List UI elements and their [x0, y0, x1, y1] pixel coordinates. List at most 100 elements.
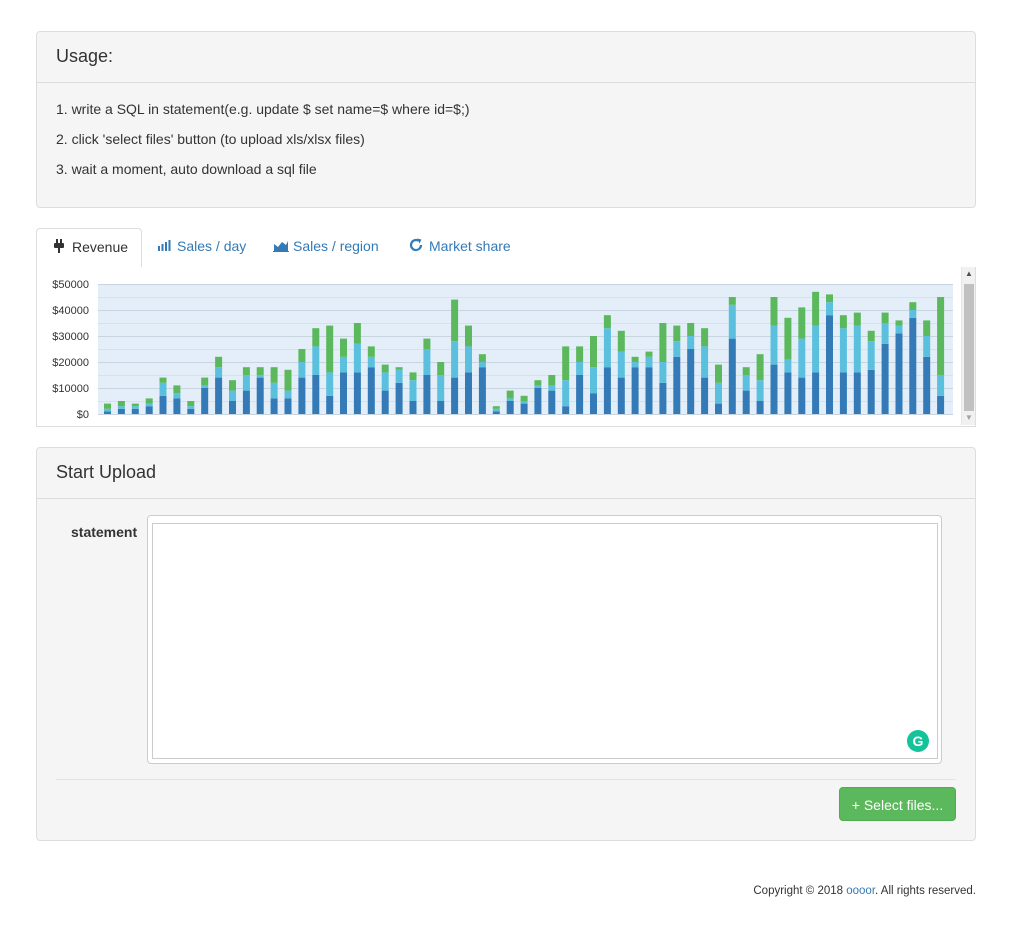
- chart-bar-segment[interactable]: [673, 356, 681, 414]
- chart-bar-segment[interactable]: [506, 401, 514, 414]
- chart-bar-segment[interactable]: [173, 385, 181, 394]
- chart-bar-segment[interactable]: [770, 297, 778, 326]
- chart-bar-segment[interactable]: [534, 385, 542, 388]
- chart-bar-segment[interactable]: [229, 380, 236, 391]
- chart-bar-segment[interactable]: [534, 380, 542, 386]
- chart-bar-segment[interactable]: [201, 377, 209, 386]
- tab-sales-day[interactable]: Sales / day: [157, 228, 246, 268]
- chart-bar-segment[interactable]: [381, 390, 389, 414]
- chart-bar-segment[interactable]: [659, 382, 667, 414]
- tab-revenue[interactable]: Revenue: [36, 228, 143, 269]
- chart-bar-segment[interactable]: [159, 382, 167, 396]
- chart-bar-segment[interactable]: [117, 401, 125, 407]
- chart-bar-segment[interactable]: [826, 302, 833, 316]
- chart-bar-segment[interactable]: [687, 323, 695, 336]
- chart-bar-segment[interactable]: [923, 336, 931, 357]
- chart-bar-segment[interactable]: [145, 403, 153, 407]
- chart-bar-segment[interactable]: [506, 390, 514, 399]
- chart-bar-segment[interactable]: [117, 406, 125, 409]
- chart-bar-segment[interactable]: [562, 346, 570, 381]
- chart-bar-segment[interactable]: [742, 367, 750, 375]
- chart-bar-segment[interactable]: [520, 395, 528, 401]
- chart-bar-segment[interactable]: [826, 294, 833, 303]
- chart-bar-segment[interactable]: [312, 375, 320, 414]
- tab-sales-region[interactable]: Sales / region: [273, 228, 379, 268]
- tab-market-share[interactable]: Market share: [409, 228, 511, 268]
- chart-bar-segment[interactable]: [937, 395, 945, 414]
- chart-bar-segment[interactable]: [298, 349, 306, 362]
- chart-bar-segment[interactable]: [798, 377, 806, 414]
- chart-bar-segment[interactable]: [451, 377, 459, 414]
- chart-bar-segment[interactable]: [409, 380, 417, 401]
- chart-bar-segment[interactable]: [367, 356, 375, 368]
- footer-link[interactable]: oooor: [846, 885, 875, 897]
- chart-bar-segment[interactable]: [812, 325, 820, 373]
- chart-bar-segment[interactable]: [478, 362, 486, 368]
- chart-bar-segment[interactable]: [312, 328, 320, 347]
- chart-bar-segment[interactable]: [923, 320, 931, 336]
- chart-bar-segment[interactable]: [603, 328, 611, 368]
- chart-bar-segment[interactable]: [104, 408, 111, 412]
- chart-bar-segment[interactable]: [728, 338, 736, 414]
- chart-bar-segment[interactable]: [909, 302, 917, 310]
- chart-bar-segment[interactable]: [784, 317, 792, 360]
- chart-bar-segment[interactable]: [728, 304, 736, 339]
- chart-bar-segment[interactable]: [478, 367, 486, 414]
- chart-bar-segment[interactable]: [937, 297, 945, 375]
- chart-bar-segment[interactable]: [742, 390, 750, 414]
- chart-bar-segment[interactable]: [367, 367, 375, 414]
- chart-bar-segment[interactable]: [326, 325, 334, 373]
- chart-bar-segment[interactable]: [437, 375, 445, 401]
- scroll-thumb[interactable]: [964, 284, 974, 411]
- chart-bar-segment[interactable]: [173, 393, 181, 399]
- chart-bar-segment[interactable]: [437, 362, 445, 375]
- chart-bar-segment[interactable]: [353, 372, 361, 414]
- chart-bar-segment[interactable]: [131, 408, 139, 414]
- chart-bar-segment[interactable]: [104, 411, 111, 414]
- chart-bar-segment[interactable]: [687, 336, 695, 349]
- chart-bar-segment[interactable]: [270, 382, 278, 399]
- chart-bar-segment[interactable]: [201, 385, 209, 388]
- chart-scrollbar[interactable]: ▲ ▼: [961, 267, 975, 425]
- grammarly-icon[interactable]: G: [907, 730, 929, 752]
- chart-bar-segment[interactable]: [437, 401, 445, 414]
- chart-bar-segment[interactable]: [867, 330, 875, 342]
- chart-bar-segment[interactable]: [603, 367, 611, 414]
- chart-bar-segment[interactable]: [576, 346, 584, 362]
- chart-bar-segment[interactable]: [520, 401, 528, 404]
- select-files-button[interactable]: + Select files...: [839, 787, 956, 821]
- chart-bar-segment[interactable]: [215, 356, 223, 368]
- chart-bar-segment[interactable]: [645, 356, 653, 368]
- statement-input[interactable]: [152, 523, 938, 759]
- chart-bar-segment[interactable]: [784, 372, 792, 414]
- chart-bar-segment[interactable]: [937, 375, 945, 396]
- chart-bar-segment[interactable]: [340, 372, 347, 414]
- chart-bar-segment[interactable]: [770, 325, 778, 365]
- chart-bar-segment[interactable]: [520, 403, 528, 414]
- chart-bar-segment[interactable]: [256, 375, 264, 378]
- chart-bar-segment[interactable]: [242, 367, 250, 375]
- chart-bar-segment[interactable]: [756, 380, 764, 401]
- chart-bar-segment[interactable]: [423, 375, 431, 414]
- chart-bar-segment[interactable]: [117, 408, 125, 414]
- chart-bar-segment[interactable]: [270, 367, 278, 383]
- chart-bar-segment[interactable]: [687, 349, 695, 414]
- chart-bar-segment[interactable]: [784, 359, 792, 373]
- chart-bar-segment[interactable]: [617, 377, 625, 414]
- chart-bar-segment[interactable]: [756, 401, 764, 414]
- chart-bar-segment[interactable]: [131, 406, 139, 409]
- chart-bar-segment[interactable]: [326, 395, 334, 414]
- chart-bar-segment[interactable]: [229, 401, 236, 414]
- chart-bar-segment[interactable]: [367, 346, 375, 357]
- chart-bar-segment[interactable]: [659, 362, 667, 383]
- chart-bar-segment[interactable]: [298, 377, 306, 414]
- chart-bar-segment[interactable]: [562, 380, 570, 407]
- chart-bar-segment[interactable]: [353, 323, 361, 344]
- chart-bar-segment[interactable]: [867, 369, 875, 414]
- chart-bar-segment[interactable]: [895, 320, 903, 326]
- chart-bar-segment[interactable]: [923, 356, 931, 414]
- chart-bar-segment[interactable]: [909, 317, 917, 414]
- chart-bar-segment[interactable]: [187, 408, 195, 414]
- chart-bar-segment[interactable]: [270, 398, 278, 414]
- chart-bar-segment[interactable]: [395, 369, 403, 383]
